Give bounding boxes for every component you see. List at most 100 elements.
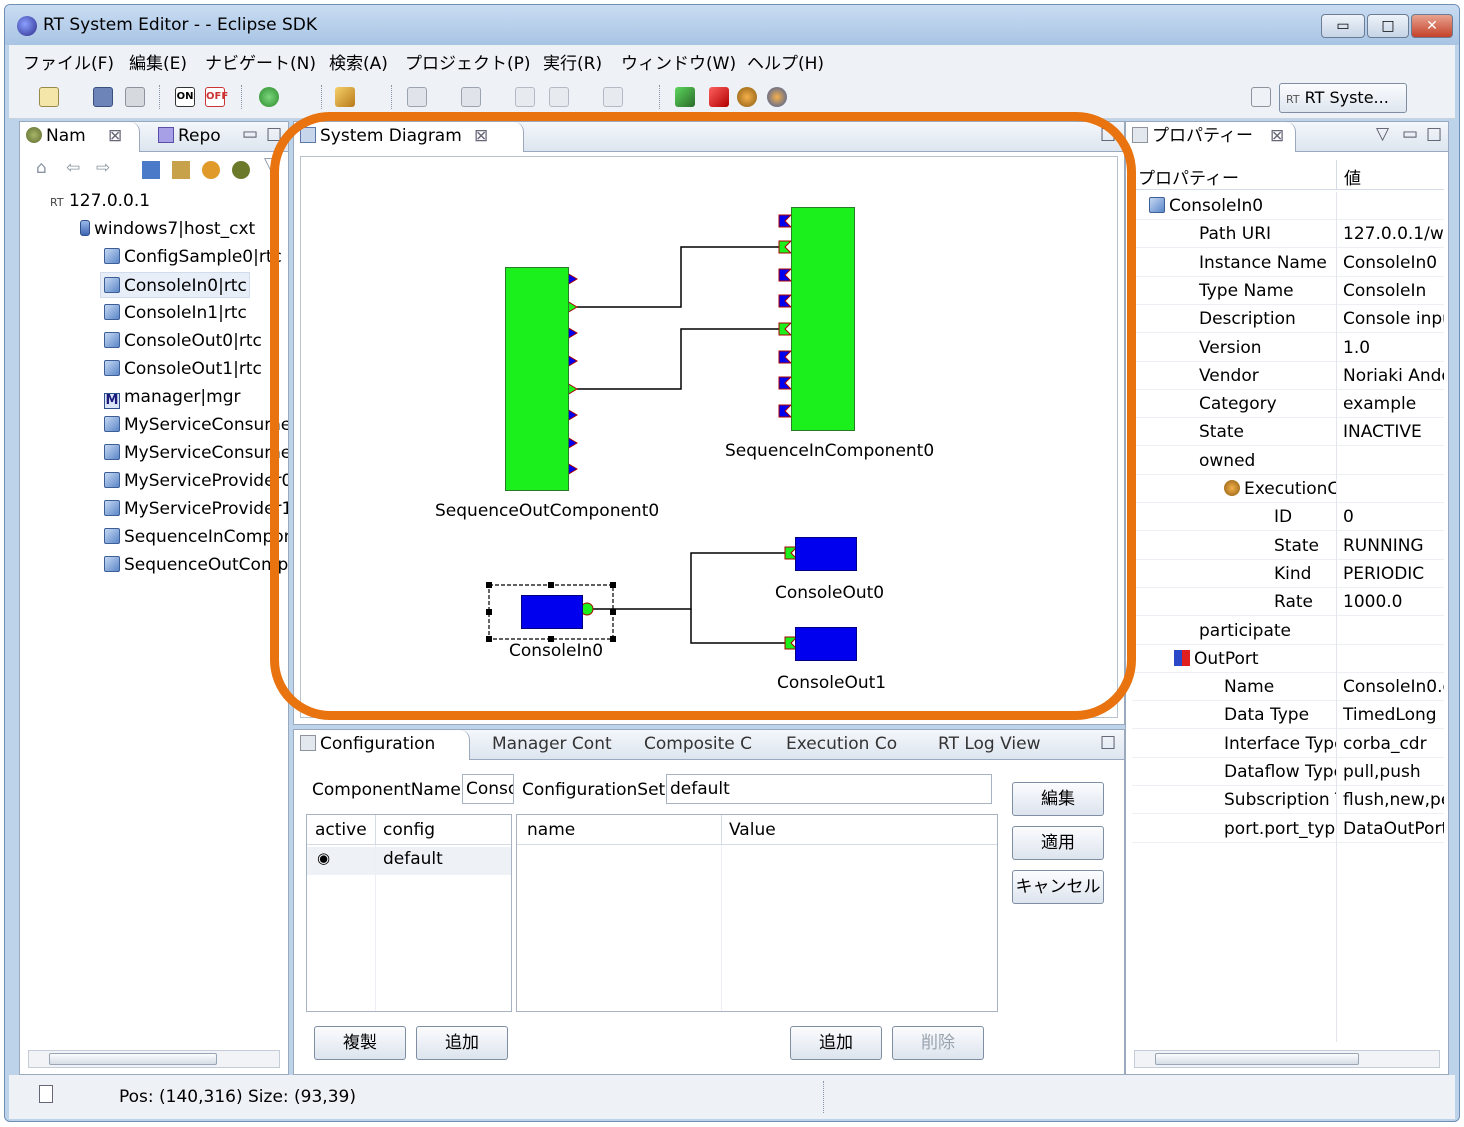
add-param-button[interactable]: 追加: [790, 1026, 882, 1060]
tab-composite[interactable]: Composite C: [638, 730, 768, 760]
property-row[interactable]: Path URI 127.0.0.1/windows7: [1132, 220, 1444, 249]
print-icon[interactable]: [125, 87, 145, 107]
reset-gear-icon[interactable]: [767, 87, 787, 107]
refresh-icon[interactable]: [202, 161, 220, 179]
view-menu-icon[interactable]: ▽: [1376, 124, 1389, 144]
back-icon[interactable]: [549, 87, 569, 107]
property-row[interactable]: Instance Name ConsoleIn0: [1132, 249, 1444, 277]
configuration-set-field[interactable]: default: [666, 774, 992, 804]
consoleout1-component[interactable]: [795, 627, 857, 661]
property-row[interactable]: participate: [1132, 617, 1444, 645]
deactivate-icon[interactable]: [709, 87, 729, 107]
property-row[interactable]: Kind PERIODIC: [1132, 560, 1444, 588]
property-row[interactable]: ExecutionContext: [1132, 475, 1444, 503]
property-row[interactable]: port.port_type DataOutPort: [1132, 815, 1444, 843]
filter-icon[interactable]: [172, 161, 190, 179]
tree-item-manager[interactable]: Mmanager|mgr: [104, 384, 288, 410]
tab-system-diagram[interactable]: System Diagram ⊠: [294, 122, 524, 152]
view-menu-icon[interactable]: ▽: [264, 154, 277, 174]
menu-edit[interactable]: 編集(E): [129, 49, 187, 74]
next-annotation-icon[interactable]: [407, 87, 427, 107]
tree-item-configsample0[interactable]: ConfigSample0|rtc: [104, 244, 288, 270]
close-icon[interactable]: ⊠: [108, 122, 122, 150]
maximize-view-icon[interactable]: □: [1100, 732, 1116, 752]
sequence-out-component[interactable]: [505, 267, 569, 491]
property-row[interactable]: owned: [1132, 447, 1444, 475]
property-row[interactable]: OutPort: [1132, 645, 1444, 673]
tree-item-consoleout0[interactable]: ConsoleOut0|rtc: [104, 328, 288, 354]
cancel-button[interactable]: キャンセル: [1012, 870, 1104, 904]
close-button[interactable]: ✕: [1411, 14, 1453, 38]
maximize-view-icon[interactable]: □: [1426, 124, 1442, 144]
tree-host[interactable]: windows7|host_cxt: [80, 216, 288, 242]
new-icon[interactable]: [39, 87, 59, 107]
forward-icon[interactable]: [603, 87, 623, 107]
add-nameserver-icon[interactable]: [142, 161, 160, 179]
tab-log-view[interactable]: RT Log View: [932, 730, 1062, 760]
active-radio[interactable]: ◉: [317, 849, 330, 867]
save-icon[interactable]: [93, 87, 113, 107]
copy-button[interactable]: 複製: [314, 1026, 406, 1060]
tab-name-service[interactable]: Nam ⊠: [20, 122, 140, 152]
menu-run[interactable]: 実行(R): [543, 49, 602, 74]
add-config-set-button[interactable]: 追加: [416, 1026, 508, 1060]
property-row[interactable]: Vendor Noriaki Ando: [1132, 362, 1444, 390]
properties-scrollbar[interactable]: [1134, 1050, 1440, 1068]
name-service-scrollbar[interactable]: [28, 1050, 280, 1068]
config-set-row[interactable]: ◉ default: [307, 847, 511, 875]
all-on-icon[interactable]: ON: [175, 87, 195, 107]
tab-repository[interactable]: Repo: [152, 122, 252, 152]
delete-param-button[interactable]: 削除: [892, 1026, 984, 1060]
edit-button[interactable]: 編集: [1012, 782, 1104, 816]
pencil-icon[interactable]: [335, 87, 355, 107]
menu-help[interactable]: ヘルプ(H): [747, 49, 824, 74]
menu-project[interactable]: プロジェクト(P): [405, 49, 531, 74]
tree-item-consolein0[interactable]: ConsoleIn0|rtc: [100, 272, 250, 298]
close-icon[interactable]: ⊠: [474, 122, 488, 150]
property-row[interactable]: Dataflow Type pull,push: [1132, 758, 1444, 786]
fast-view-icon[interactable]: [39, 1085, 53, 1103]
forward-icon[interactable]: ⇨: [96, 158, 110, 178]
minimize-view-icon[interactable]: ▭: [1402, 124, 1418, 144]
minimize-button[interactable]: ▭: [1321, 14, 1365, 38]
apply-button[interactable]: 適用: [1012, 826, 1104, 860]
maximize-editor-icon[interactable]: □: [1100, 124, 1116, 144]
tree-item-myserviceconsumer1[interactable]: MyServiceConsumer: [104, 440, 288, 466]
tab-manager-control[interactable]: Manager Cont: [486, 730, 626, 760]
scrollbar-thumb[interactable]: [1155, 1053, 1359, 1065]
property-row[interactable]: ConsoleIn0: [1132, 192, 1444, 220]
close-icon[interactable]: ⊠: [1270, 122, 1284, 150]
sequence-in-component[interactable]: [791, 207, 855, 431]
tree-item-sequenceoutcomponent[interactable]: SequenceOutComponent: [104, 552, 288, 578]
menu-file[interactable]: ファイル(F): [23, 49, 114, 74]
tab-properties[interactable]: プロパティー ⊠: [1126, 122, 1296, 152]
gear-icon[interactable]: [737, 87, 757, 107]
last-edit-icon[interactable]: [515, 87, 535, 107]
all-off-icon[interactable]: OFF: [205, 87, 228, 107]
consolein0-component[interactable]: [521, 595, 583, 629]
property-row[interactable]: ID 0: [1132, 503, 1444, 532]
tab-configuration[interactable]: Configuration: [294, 730, 470, 760]
property-row[interactable]: Type Name ConsoleIn: [1132, 277, 1444, 305]
tree-item-myserviceconsumer0[interactable]: MyServiceConsumer: [104, 412, 288, 438]
home-icon[interactable]: ⌂: [36, 158, 47, 178]
menu-search[interactable]: 検索(A): [329, 49, 388, 74]
connect-icon[interactable]: [232, 161, 250, 179]
property-row[interactable]: Interface Type corba_cdr: [1132, 730, 1444, 758]
property-row[interactable]: Category example: [1132, 390, 1444, 419]
property-row[interactable]: State RUNNING: [1132, 532, 1444, 560]
property-row[interactable]: Version 1.0: [1132, 334, 1444, 362]
component-name-field[interactable]: ConsoleIn0: [462, 774, 514, 804]
prev-annotation-icon[interactable]: [461, 87, 481, 107]
tree-item-consolein1[interactable]: ConsoleIn1|rtc: [104, 300, 288, 326]
activate-icon[interactable]: [675, 87, 695, 107]
property-row[interactable]: Rate 1000.0: [1132, 588, 1444, 617]
consoleout0-component[interactable]: [795, 537, 857, 571]
scrollbar-thumb[interactable]: [49, 1053, 217, 1065]
tab-execution-context[interactable]: Execution Co: [780, 730, 920, 760]
maximize-button[interactable]: □: [1367, 14, 1409, 38]
tree-item-myserviceprovider0[interactable]: MyServiceProvider0: [104, 468, 288, 494]
maximize-view-icon[interactable]: □: [266, 124, 282, 144]
property-row[interactable]: Description Console input: [1132, 305, 1444, 334]
menu-window[interactable]: ウィンドウ(W): [621, 49, 736, 74]
